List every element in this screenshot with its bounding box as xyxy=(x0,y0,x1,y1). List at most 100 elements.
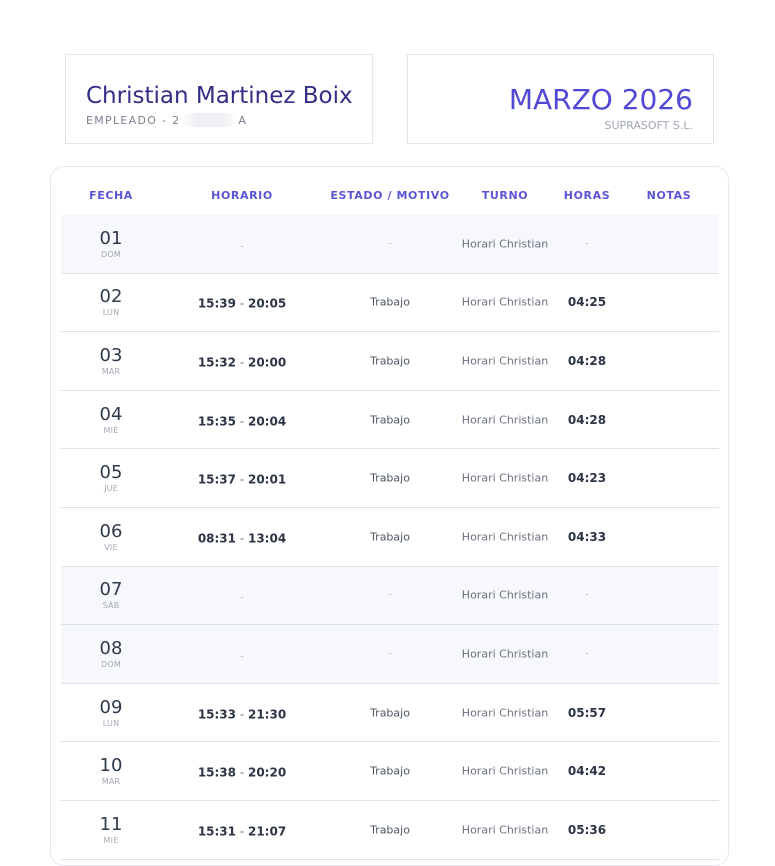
table-row: 04 MIÉ 15:35 - 20:04 Trabajo Horari Christia… xyxy=(61,391,719,450)
date-cell: 09 LUN xyxy=(99,696,123,728)
employee-name: Christian Martinez Boix xyxy=(86,83,353,109)
clock-out-time: 20:05 xyxy=(247,296,287,311)
day-number: 06 xyxy=(99,520,123,542)
employee-card: Christian Martinez Boix EMPLEADO - 2 A xyxy=(65,54,373,144)
date-cell: 03 MAR xyxy=(99,344,123,376)
status-cell: Trabajo xyxy=(370,823,410,837)
clock-out-time: 20:01 xyxy=(247,472,287,487)
date-cell: 01 DOM xyxy=(99,227,123,259)
hours-cell: 05:36 xyxy=(567,822,607,837)
status-cell: Trabajo xyxy=(370,295,410,309)
schedule-cell: - xyxy=(240,234,244,253)
time-separator: - xyxy=(236,531,248,546)
employee-id-suffix: A xyxy=(238,114,248,127)
date-cell: 05 JUE xyxy=(99,462,123,494)
table-header: FECHA HORARIO ESTADO / MOTIVO TURNO HORA… xyxy=(61,167,719,215)
date-cell: 08 DOM xyxy=(99,637,123,669)
day-number: 08 xyxy=(99,637,123,659)
day-number: 01 xyxy=(99,227,123,249)
shift-cell: Horari Christian xyxy=(461,647,549,661)
clock-in-time: 08:31 xyxy=(197,531,237,546)
time-separator: - xyxy=(236,414,248,429)
schedule-cell: 15:35 - 20:04 xyxy=(198,410,286,429)
day-number: 09 xyxy=(99,696,123,718)
status-cell: Trabajo xyxy=(370,706,410,720)
status-cell: Trabajo xyxy=(370,471,410,485)
shift-cell: Horari Christian xyxy=(461,471,549,485)
table-row: 03 MAR 15:32 - 20:00 Trabajo Horari Christia… xyxy=(61,332,719,391)
clock-in-time: 15:32 xyxy=(197,355,237,370)
table-row: 10 MAR 15:38 - 20:20 Trabajo Horari Christia… xyxy=(61,742,719,801)
table-row: 07 SÁB - - Horari Christian - xyxy=(61,566,719,626)
clock-out-time: 13:04 xyxy=(247,531,287,546)
hours-cell: 04:42 xyxy=(567,764,607,779)
date-cell: 06 VIE xyxy=(99,520,123,552)
clock-in-time: 15:31 xyxy=(197,824,237,839)
clock-out-time: 20:20 xyxy=(247,765,287,780)
time-separator: - xyxy=(236,296,248,311)
header-horario: HORARIO xyxy=(211,189,273,202)
day-number: 02 xyxy=(99,286,123,308)
shift-cell: Horari Christian xyxy=(461,295,549,309)
date-cell: 04 MIÉ xyxy=(99,403,123,435)
header-turno: TURNO xyxy=(481,189,529,202)
status-cell: - xyxy=(388,238,392,250)
schedule-cell: 15:31 - 21:07 xyxy=(198,820,286,839)
status-cell: Trabajo xyxy=(370,764,410,778)
weekday-label: MAR xyxy=(101,366,121,376)
period-card: MARZO 2026 SUPRASOFT S.L. xyxy=(407,54,714,144)
day-number: 11 xyxy=(99,813,123,835)
table-row: 11 MIÉ 15:31 - 21:07 Trabajo Horari Christia… xyxy=(61,801,719,860)
header-horas: HORAS xyxy=(563,189,611,202)
table-row: 05 JUE 15:37 - 20:01 Trabajo Horari Christia… xyxy=(61,449,719,508)
clock-in-time: 15:39 xyxy=(197,296,237,311)
date-cell: 07 SÁB xyxy=(100,580,123,611)
hours-cell: 04:28 xyxy=(567,353,607,368)
schedule-cell: 15:37 - 20:01 xyxy=(198,469,286,488)
schedule-cell: 15:32 - 20:00 xyxy=(198,351,286,370)
shift-cell: Horari Christian xyxy=(461,413,549,427)
weekday-label: LUN xyxy=(102,308,120,318)
weekday-label: VIE xyxy=(104,542,118,552)
clock-out-time: 20:04 xyxy=(247,414,287,429)
time-separator: - xyxy=(236,824,248,839)
status-cell: - xyxy=(388,589,392,601)
date-cell: 02 LUN xyxy=(99,286,123,318)
hours-cell: 04:25 xyxy=(567,295,607,310)
table-row: 01 DOM - - Horari Christian - xyxy=(61,215,719,274)
shift-cell: Horari Christian xyxy=(461,588,549,602)
day-number: 10 xyxy=(99,755,123,777)
redaction-blur xyxy=(182,113,237,127)
clock-in-time: 15:37 xyxy=(197,472,237,487)
date-cell: 10 MAR xyxy=(99,755,123,787)
hours-cell: 05:57 xyxy=(567,705,607,720)
company-name: SUPRASOFT S.L. xyxy=(604,119,693,132)
weekday-label: MIÉ xyxy=(103,835,119,845)
schedule-cell: 15:33 - 21:30 xyxy=(198,703,286,722)
day-number: 03 xyxy=(99,344,123,366)
schedule-cell: 08:31 - 13:04 xyxy=(198,527,286,546)
day-number: 04 xyxy=(99,403,123,425)
clock-out-time: 20:00 xyxy=(247,355,287,370)
empty-schedule: - xyxy=(240,241,244,253)
table-row: 06 VIE 08:31 - 13:04 Trabajo Horari Christia… xyxy=(61,508,719,567)
table-row: 08 DOM - - Horari Christian - xyxy=(61,625,719,684)
status-cell: Trabajo xyxy=(370,413,410,427)
clock-in-time: 15:35 xyxy=(197,414,237,429)
clock-in-time: 15:33 xyxy=(197,707,237,722)
date-cell: 11 MIÉ xyxy=(99,813,123,845)
status-cell: Trabajo xyxy=(370,530,410,544)
hours-cell: - xyxy=(585,648,589,660)
empty-schedule: - xyxy=(240,651,244,663)
time-separator: - xyxy=(236,472,248,487)
schedule-cell: 15:38 - 20:20 xyxy=(198,762,286,781)
clock-out-time: 21:30 xyxy=(247,707,287,722)
employee-id-prefix: EMPLEADO - 2 xyxy=(86,114,181,127)
clock-out-time: 21:07 xyxy=(247,824,287,839)
day-number: 05 xyxy=(99,462,123,484)
weekday-label: LUN xyxy=(102,718,120,728)
shift-cell: Horari Christian xyxy=(461,530,549,544)
schedule-cell: 15:39 - 20:05 xyxy=(198,293,286,312)
status-cell: - xyxy=(388,648,392,660)
time-separator: - xyxy=(236,355,248,370)
